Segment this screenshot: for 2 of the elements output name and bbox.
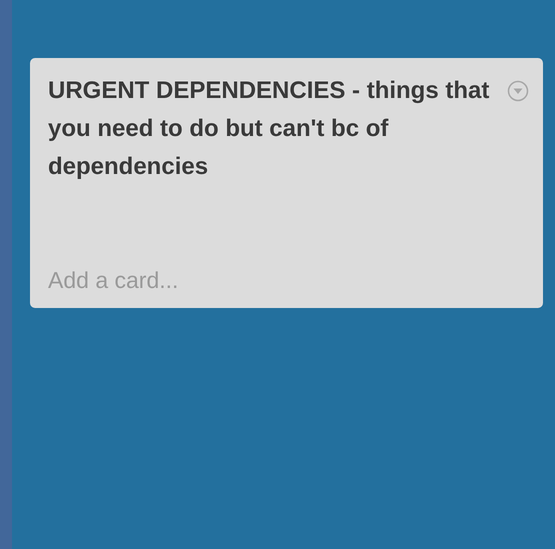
dropdown-icon[interactable] — [507, 80, 529, 102]
list-title[interactable]: URGENT DEPENDENCIES - things that you need to do but can't bc of dependencies — [48, 72, 499, 186]
